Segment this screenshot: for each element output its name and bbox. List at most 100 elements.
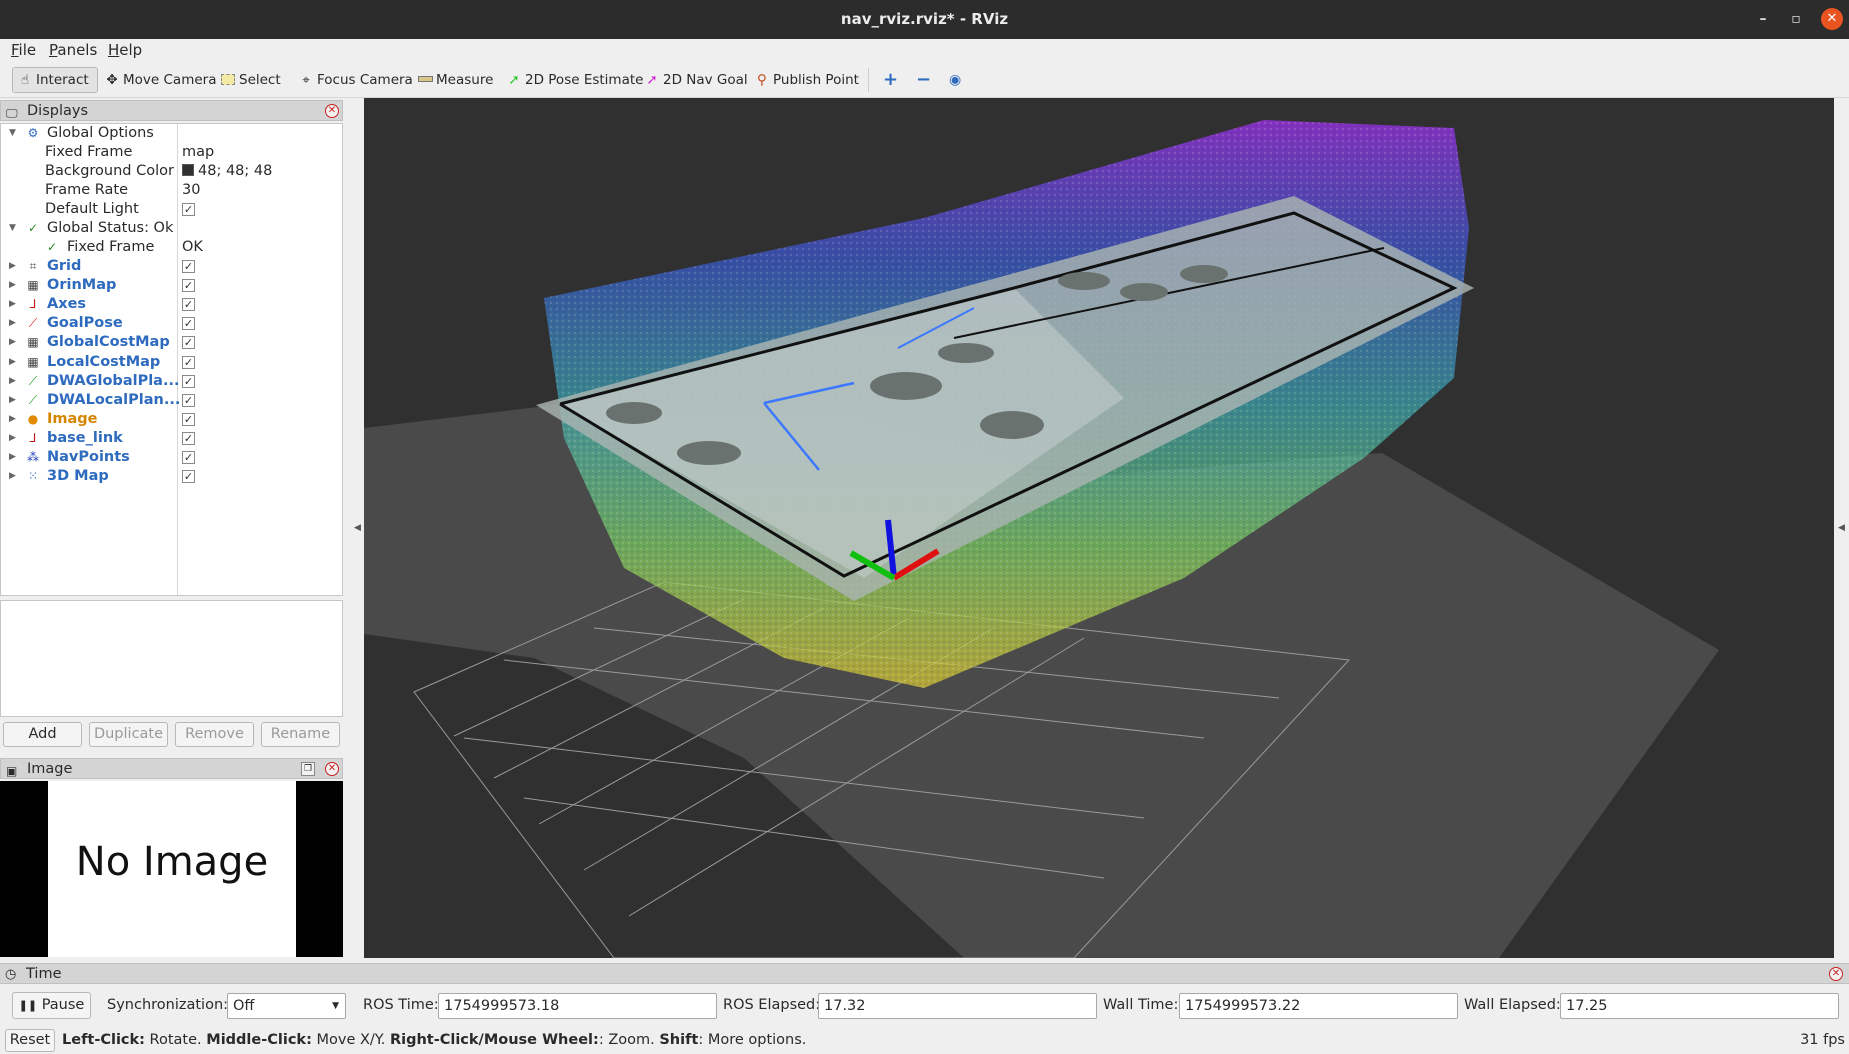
nav-goal-button[interactable]: ➚ 2D Nav Goal <box>640 67 747 93</box>
close-panel-icon[interactable]: ✕ <box>325 762 339 776</box>
display-item-row[interactable]: ▶ ● Image ✓ <box>1 410 342 429</box>
window-title: nav_rviz.rviz* - RViz <box>840 10 1009 28</box>
left-splitter[interactable]: ◀ <box>353 98 364 958</box>
background-color-value[interactable]: 48; 48; 48 <box>182 162 272 181</box>
eye-icon[interactable]: ◉ <box>946 67 961 93</box>
display-enabled-checkbox[interactable]: ✓ <box>182 355 195 369</box>
frame-rate-value[interactable]: 30 <box>182 181 200 200</box>
green-arrow-icon: ➚ <box>508 72 520 88</box>
display-enabled-checkbox[interactable]: ✓ <box>182 393 195 407</box>
expand-arrow-icon[interactable]: ▶ <box>9 257 16 276</box>
expand-arrow-icon[interactable]: ▼ <box>9 124 16 143</box>
interact-tool-button[interactable]: ☝ Interact <box>12 67 98 93</box>
float-panel-icon[interactable]: ❐ <box>301 762 315 776</box>
display-item-row[interactable]: ▶ ⁙ 3D Map ✓ <box>1 467 342 486</box>
focus-camera-button[interactable]: ⌖ Focus Camera <box>294 67 413 93</box>
menu-panels[interactable]: Panels <box>49 39 97 62</box>
expand-arrow-icon[interactable]: ▶ <box>9 410 16 429</box>
collapse-right-icon[interactable]: ◀ <box>1838 523 1845 533</box>
duplicate-display-button[interactable]: Duplicate <box>89 722 168 747</box>
display-enabled-checkbox[interactable]: ✓ <box>182 412 195 426</box>
expand-arrow-icon[interactable]: ▶ <box>9 295 16 314</box>
menu-bar: File Panels Help <box>0 39 1849 62</box>
display-enabled-checkbox[interactable]: ✓ <box>182 470 195 484</box>
synchronization-select[interactable]: Off ▼ <box>227 993 346 1019</box>
scene-svg <box>364 120 1719 958</box>
reset-button[interactable]: Reset <box>5 1029 55 1052</box>
close-panel-icon[interactable]: ✕ <box>325 104 339 118</box>
right-splitter[interactable]: ◀ <box>1834 98 1849 958</box>
display-item-row[interactable]: ▶ ▦ LocalCostMap ✓ <box>1 353 342 372</box>
select-box-icon <box>219 67 237 93</box>
ros-time-field[interactable]: 1754999573.18 <box>438 993 717 1019</box>
display-enabled-checkbox[interactable]: ✓ <box>182 451 195 464</box>
expand-arrow-icon[interactable]: ▶ <box>9 429 16 448</box>
collapse-left-icon[interactable]: ◀ <box>354 523 361 533</box>
expand-arrow-icon[interactable]: ▶ <box>9 276 16 295</box>
display-enabled-checkbox[interactable]: ✓ <box>182 260 195 273</box>
default-light-checkbox[interactable]: ✓ <box>182 203 195 216</box>
select-tool-button[interactable]: Select <box>216 67 281 93</box>
mouse-hint-text: Left-Click: Rotate. Middle-Click: Move X… <box>62 1032 807 1048</box>
tree-row-background-color[interactable]: Background Color 48; 48; 48 <box>1 162 342 181</box>
display-enabled-checkbox[interactable]: ✓ <box>182 374 195 388</box>
pause-button[interactable]: ❚❚ Pause <box>12 992 91 1019</box>
display-item-row[interactable]: ▶ ⌗ Grid ✓ <box>1 257 342 276</box>
remove-tool-icon[interactable]: − <box>913 67 931 93</box>
map-pin-icon: ⚲ <box>757 72 767 88</box>
tree-row-frame-rate[interactable]: Frame Rate 30 <box>1 181 342 200</box>
time-controls: ❚❚ Pause Synchronization: Off ▼ ROS Time… <box>0 985 1849 1027</box>
display-item-row[interactable]: ▶ ⁂ NavPoints ✓ <box>1 448 342 467</box>
clock-icon: ◷ <box>5 967 17 982</box>
measure-tool-button[interactable]: Measure <box>413 67 493 93</box>
display-item-row[interactable]: ▶ ⅃ base_link ✓ <box>1 429 342 448</box>
minimize-icon[interactable]: – <box>1752 8 1774 30</box>
rename-display-button[interactable]: Rename <box>261 722 340 747</box>
expand-arrow-icon[interactable]: ▶ <box>9 314 16 333</box>
add-tool-icon[interactable]: + <box>880 67 898 93</box>
display-item-label: OrinMap <box>47 277 117 294</box>
ros-elapsed-field[interactable]: 17.32 <box>818 993 1097 1019</box>
expand-arrow-icon[interactable]: ▶ <box>9 372 16 391</box>
menu-file[interactable]: File <box>11 39 36 62</box>
display-enabled-checkbox[interactable]: ✓ <box>182 298 195 312</box>
display-item-row[interactable]: ▶ ⅃ Axes ✓ <box>1 295 342 314</box>
expand-arrow-icon[interactable]: ▶ <box>9 391 16 410</box>
publish-point-button[interactable]: ⚲ Publish Point <box>750 67 859 93</box>
tree-row-fixed-frame[interactable]: Fixed Frame map <box>1 143 342 162</box>
ok-check-icon: ✓ <box>46 240 58 254</box>
display-item-row[interactable]: ▶ ⟋ GoalPose ✓ <box>1 314 342 333</box>
expand-arrow-icon[interactable]: ▶ <box>9 353 16 372</box>
tree-row-global-options[interactable]: ▼ ⚙ Global Options <box>1 124 342 143</box>
display-enabled-checkbox[interactable]: ✓ <box>182 317 195 331</box>
expand-arrow-icon[interactable]: ▶ <box>9 333 16 352</box>
wall-elapsed-field[interactable]: 17.25 <box>1560 993 1839 1019</box>
display-item-row[interactable]: ▶ ▦ GlobalCostMap ✓ <box>1 333 342 352</box>
restore-icon[interactable]: ▫ <box>1785 8 1807 30</box>
tree-row-global-status[interactable]: ▼ ✓ Global Status: Ok <box>1 219 342 238</box>
display-enabled-checkbox[interactable]: ✓ <box>182 336 195 350</box>
expand-arrow-icon[interactable]: ▶ <box>9 467 16 486</box>
close-window-icon[interactable]: ✕ <box>1821 8 1843 30</box>
map-icon: ▦ <box>27 278 39 293</box>
expand-arrow-icon[interactable]: ▶ <box>9 448 16 467</box>
display-item-row[interactable]: ▶ ⟋ DWALocalPlan... ✓ <box>1 391 342 410</box>
close-panel-icon[interactable]: ✕ <box>1829 967 1843 981</box>
add-display-button[interactable]: Add <box>3 722 82 747</box>
pose-estimate-button[interactable]: ➚ 2D Pose Estimate <box>502 67 643 93</box>
expand-arrow-icon[interactable]: ▼ <box>9 219 16 238</box>
display-enabled-checkbox[interactable]: ✓ <box>182 279 195 293</box>
tree-row-default-light[interactable]: Default Light ✓ <box>1 200 342 219</box>
display-enabled-checkbox[interactable]: ✓ <box>182 431 195 445</box>
displays-tree: ▼ ⚙ Global Options Fixed Frame map Backg… <box>0 123 343 596</box>
render-3d-view[interactable] <box>364 98 1834 958</box>
display-item-row[interactable]: ▶ ⟋ DWAGlobalPla... ✓ <box>1 372 342 391</box>
fixed-frame-value[interactable]: map <box>182 143 214 162</box>
tree-row-fixed-frame-status[interactable]: ✓ Fixed Frame OK <box>1 238 342 257</box>
remove-display-button[interactable]: Remove <box>175 722 254 747</box>
display-item-row[interactable]: ▶ ▦ OrinMap ✓ <box>1 276 342 295</box>
grid-icon: ⌗ <box>29 259 37 273</box>
wall-time-field[interactable]: 1754999573.22 <box>1179 993 1458 1019</box>
menu-help[interactable]: Help <box>108 39 142 62</box>
move-camera-button[interactable]: ✥ Move Camera <box>100 67 216 93</box>
